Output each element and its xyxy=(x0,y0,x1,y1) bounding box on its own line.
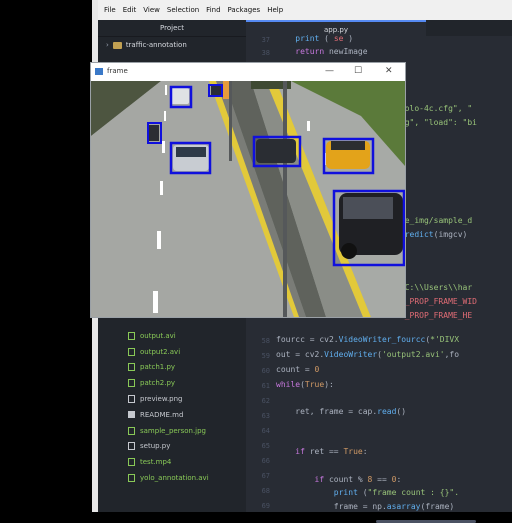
file-icon xyxy=(128,379,135,388)
menu-bar: File Edit View Selection Find Packages H… xyxy=(98,0,512,20)
menu-find[interactable]: Find xyxy=(206,6,220,14)
file-item[interactable]: sample_person.jpg xyxy=(98,423,246,439)
line-number: 37 xyxy=(261,36,270,44)
project-root-label: traffic-annotation xyxy=(125,41,187,49)
line-number: 69 xyxy=(261,502,270,510)
minimize-button[interactable]: — xyxy=(325,66,334,76)
line-number: 59 xyxy=(261,352,270,360)
code-line: print ( se ) xyxy=(295,34,354,43)
project-root-folder[interactable]: › traffic-annotation xyxy=(98,37,246,53)
code-line: count = 0 xyxy=(276,365,320,374)
code-line: if count % 8 == 0: xyxy=(314,475,402,484)
file-item[interactable]: setup.py xyxy=(98,439,246,455)
video-frame xyxy=(91,81,405,317)
file-name: test.mp4 xyxy=(140,458,172,467)
line-number: 68 xyxy=(261,487,270,495)
file-item[interactable]: patch1.py xyxy=(98,360,246,376)
code-line: while(True): xyxy=(276,380,334,389)
line-number: 38 xyxy=(261,49,270,57)
line-number: 60 xyxy=(261,367,270,375)
menu-view[interactable]: View xyxy=(143,6,160,14)
line-number: 67 xyxy=(261,472,270,480)
file-item[interactable]: test.mp4 xyxy=(98,454,246,470)
file-icon xyxy=(128,331,135,340)
file-item[interactable]: patch2.py xyxy=(98,375,246,391)
file-name: output2.avi xyxy=(140,347,181,356)
file-item[interactable]: README.md xyxy=(98,407,246,423)
file-item[interactable]: output2.avi xyxy=(98,344,246,360)
file-item[interactable]: yolo_annotation.avi xyxy=(98,470,246,486)
code-line: out = cv2.VideoWriter('output2.avi',fo xyxy=(276,350,460,359)
file-list: output.avi output2.avi patch1.py patch2.py p… xyxy=(98,328,246,486)
line-number: 64 xyxy=(261,427,270,435)
book-icon xyxy=(128,411,135,419)
code-line: print ("frame count : {}". xyxy=(333,488,460,497)
line-number: 62 xyxy=(261,397,270,405)
file-name: yolo_annotation.avi xyxy=(140,474,209,483)
file-item[interactable]: preview.png xyxy=(98,391,246,407)
line-number: 66 xyxy=(261,457,270,465)
file-name: patch2.py xyxy=(140,379,176,388)
menu-edit[interactable]: Edit xyxy=(123,6,137,14)
line-number: 61 xyxy=(261,382,270,390)
file-name: README.md xyxy=(140,410,184,419)
line-number: 65 xyxy=(261,442,270,450)
menu-selection[interactable]: Selection xyxy=(167,6,199,14)
file-icon xyxy=(128,395,135,404)
frame-title: frame xyxy=(107,67,128,75)
line-number: 58 xyxy=(261,337,270,345)
line-number: 63 xyxy=(261,412,270,420)
code-line: return newImage xyxy=(295,47,368,56)
code-line: ret, frame = cap.read() xyxy=(276,407,407,416)
window-icon xyxy=(95,68,103,75)
file-icon xyxy=(128,474,135,483)
close-button[interactable]: ✕ xyxy=(385,66,393,76)
code-line: frame = np.asarray(frame) xyxy=(276,502,455,511)
file-name: setup.py xyxy=(140,442,171,451)
file-name: sample_person.jpg xyxy=(140,426,207,435)
menu-packages[interactable]: Packages xyxy=(228,6,261,14)
folder-icon xyxy=(112,41,122,49)
menu-help[interactable]: Help xyxy=(267,6,283,14)
file-item[interactable]: output.avi xyxy=(98,328,246,344)
file-name: preview.png xyxy=(140,395,183,404)
menu-file[interactable]: File xyxy=(104,6,116,14)
file-icon xyxy=(128,458,135,467)
file-icon xyxy=(128,347,135,356)
frame-title-bar[interactable]: frame — ☐ ✕ xyxy=(91,63,405,81)
tree-header[interactable]: Project xyxy=(98,20,246,37)
file-icon xyxy=(128,363,135,372)
chevron-down-icon[interactable]: › xyxy=(106,37,109,53)
code-line: fourcc = cv2.VideoWriter_fourcc(*'DIVX xyxy=(276,335,460,344)
frame-window: frame — ☐ ✕ xyxy=(90,62,406,318)
file-icon xyxy=(128,426,135,435)
file-name: patch1.py xyxy=(140,363,176,372)
code-line: if ret == True: xyxy=(295,447,368,456)
file-name: output.avi xyxy=(140,331,176,340)
maximize-button[interactable]: ☐ xyxy=(354,66,362,76)
desktop-background xyxy=(0,0,92,512)
file-icon xyxy=(128,442,135,451)
